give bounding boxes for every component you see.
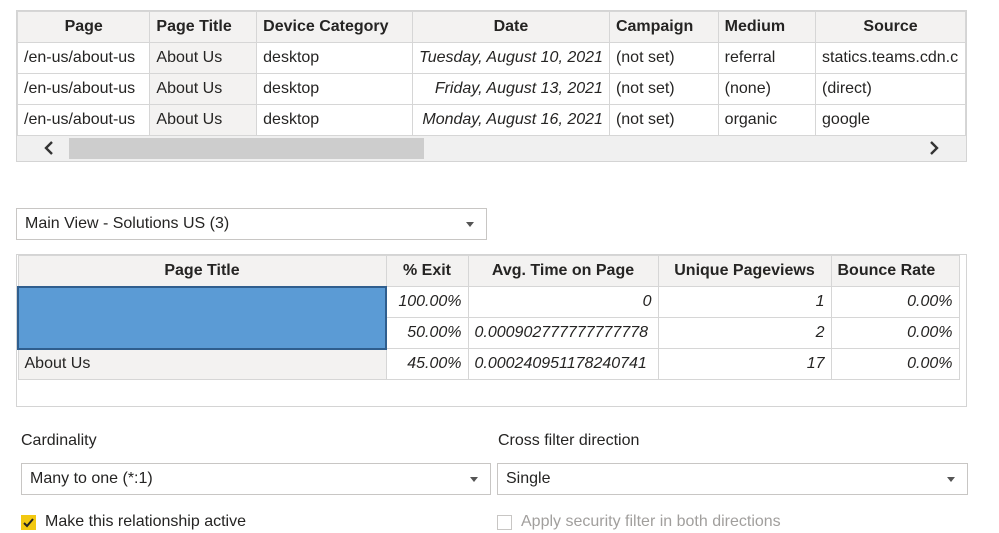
table-select-dropdown[interactable]: Main View - Solutions US (3): [16, 208, 487, 240]
preview-table-panel: Page Page Title Device Category Date Cam…: [16, 10, 967, 162]
security-filter-label: Apply security filter in both directions: [521, 513, 781, 530]
preview-table: Page Page Title Device Category Date Cam…: [17, 11, 966, 136]
table-cell: (not set): [608, 104, 719, 136]
selected-page-title-cell[interactable]: [17, 285, 387, 350]
column-header[interactable]: Source: [815, 11, 966, 43]
caret-down-icon: [470, 477, 478, 482]
column-header[interactable]: Campaign: [608, 11, 719, 43]
caret-down-icon: [466, 222, 474, 227]
make-active-option[interactable]: Make this relationship active: [21, 513, 246, 531]
chevron-right-icon[interactable]: [924, 138, 944, 158]
table-cell: About Us: [149, 73, 258, 105]
table-cell: 2: [657, 317, 832, 349]
table-cell: statics.teams.cdn.c: [815, 42, 966, 74]
column-header[interactable]: Bounce Rate: [830, 255, 960, 287]
cardinality-dropdown[interactable]: Many to one (*:1): [21, 463, 491, 495]
column-header[interactable]: Page Title: [17, 255, 387, 287]
table-cell: /en-us/about-us: [17, 73, 151, 105]
related-table-panel: Page Title % Exit Avg. Time on Page Uniq…: [16, 254, 967, 407]
table-cell: Friday, August 13, 2021: [411, 73, 610, 105]
table-cell: 0.000240951178240741: [467, 348, 659, 380]
checkmark-icon: [23, 517, 34, 527]
table-cell[interactable]: About Us: [17, 348, 387, 380]
column-header[interactable]: Device Category: [256, 11, 413, 43]
security-filter-option[interactable]: Apply security filter in both directions: [497, 513, 781, 531]
table-cell: Tuesday, August 10, 2021: [411, 42, 610, 74]
column-header[interactable]: Date: [411, 11, 610, 43]
table-cell: (not set): [608, 42, 719, 74]
table-cell: (direct): [815, 73, 966, 105]
dropdown-value: Single: [506, 470, 551, 487]
table-cell: (none): [717, 73, 817, 105]
table-row: /en-us/about-us About Us desktop Tuesday…: [17, 42, 966, 74]
column-header[interactable]: Unique Pageviews: [657, 255, 832, 287]
column-header[interactable]: Avg. Time on Page: [467, 255, 659, 287]
cross-filter-dropdown[interactable]: Single: [497, 463, 968, 495]
table-cell: (not set): [608, 73, 719, 105]
table-cell: organic: [717, 104, 817, 136]
table-cell: 1: [657, 286, 832, 318]
caret-down-icon: [947, 477, 955, 482]
table-cell: 0.00%: [830, 348, 960, 380]
chevron-left-icon[interactable]: [39, 138, 59, 158]
table-row: /en-us/about-us About Us desktop Friday,…: [17, 73, 966, 105]
table-cell: About Us: [149, 42, 258, 74]
table-cell: /en-us/about-us: [17, 42, 151, 74]
make-active-checkbox[interactable]: [21, 514, 36, 530]
horizontal-scrollbar[interactable]: [17, 136, 966, 161]
table-cell: 17: [657, 348, 832, 380]
table-cell: 0.00%: [830, 286, 960, 318]
table-cell: desktop: [256, 42, 413, 74]
related-table: Page Title % Exit Avg. Time on Page Uniq…: [17, 255, 960, 380]
table-cell: google: [815, 104, 966, 136]
table-cell: referral: [717, 42, 817, 74]
table-cell: 0: [467, 286, 659, 318]
column-header[interactable]: Page: [17, 11, 151, 43]
dropdown-value: Many to one (*:1): [30, 470, 153, 487]
table-row: 100.00% 0 1 0.00%: [17, 285, 960, 350]
dropdown-value: Main View - Solutions US (3): [25, 215, 230, 232]
table-row: /en-us/about-us About Us desktop Monday,…: [17, 104, 966, 136]
table-cell: 0.00%: [830, 317, 960, 349]
column-header[interactable]: Page Title: [149, 11, 258, 43]
table-row: About Us 45.00% 0.000240951178240741 17 …: [17, 348, 960, 380]
table-cell: desktop: [256, 73, 413, 105]
column-header[interactable]: Medium: [717, 11, 817, 43]
table-cell: desktop: [256, 104, 413, 136]
security-filter-checkbox[interactable]: [497, 514, 512, 530]
table-cell: 100.00%: [385, 286, 469, 318]
table-cell: /en-us/about-us: [17, 104, 151, 136]
scrollbar-thumb[interactable]: [69, 138, 424, 159]
preview-table-header-row: Page Page Title Device Category Date Cam…: [17, 11, 966, 43]
related-table-header-row: Page Title % Exit Avg. Time on Page Uniq…: [17, 255, 960, 287]
cross-filter-label: Cross filter direction: [498, 432, 640, 449]
table-cell: 0.000902777777777778: [467, 317, 659, 349]
make-active-label: Make this relationship active: [45, 513, 246, 530]
column-header[interactable]: % Exit: [385, 255, 469, 287]
cardinality-label: Cardinality: [21, 432, 97, 449]
table-cell: About Us: [149, 104, 258, 136]
table-cell: Monday, August 16, 2021: [411, 104, 610, 136]
table-cell: 50.00%: [385, 317, 469, 349]
table-cell: 45.00%: [385, 348, 469, 380]
